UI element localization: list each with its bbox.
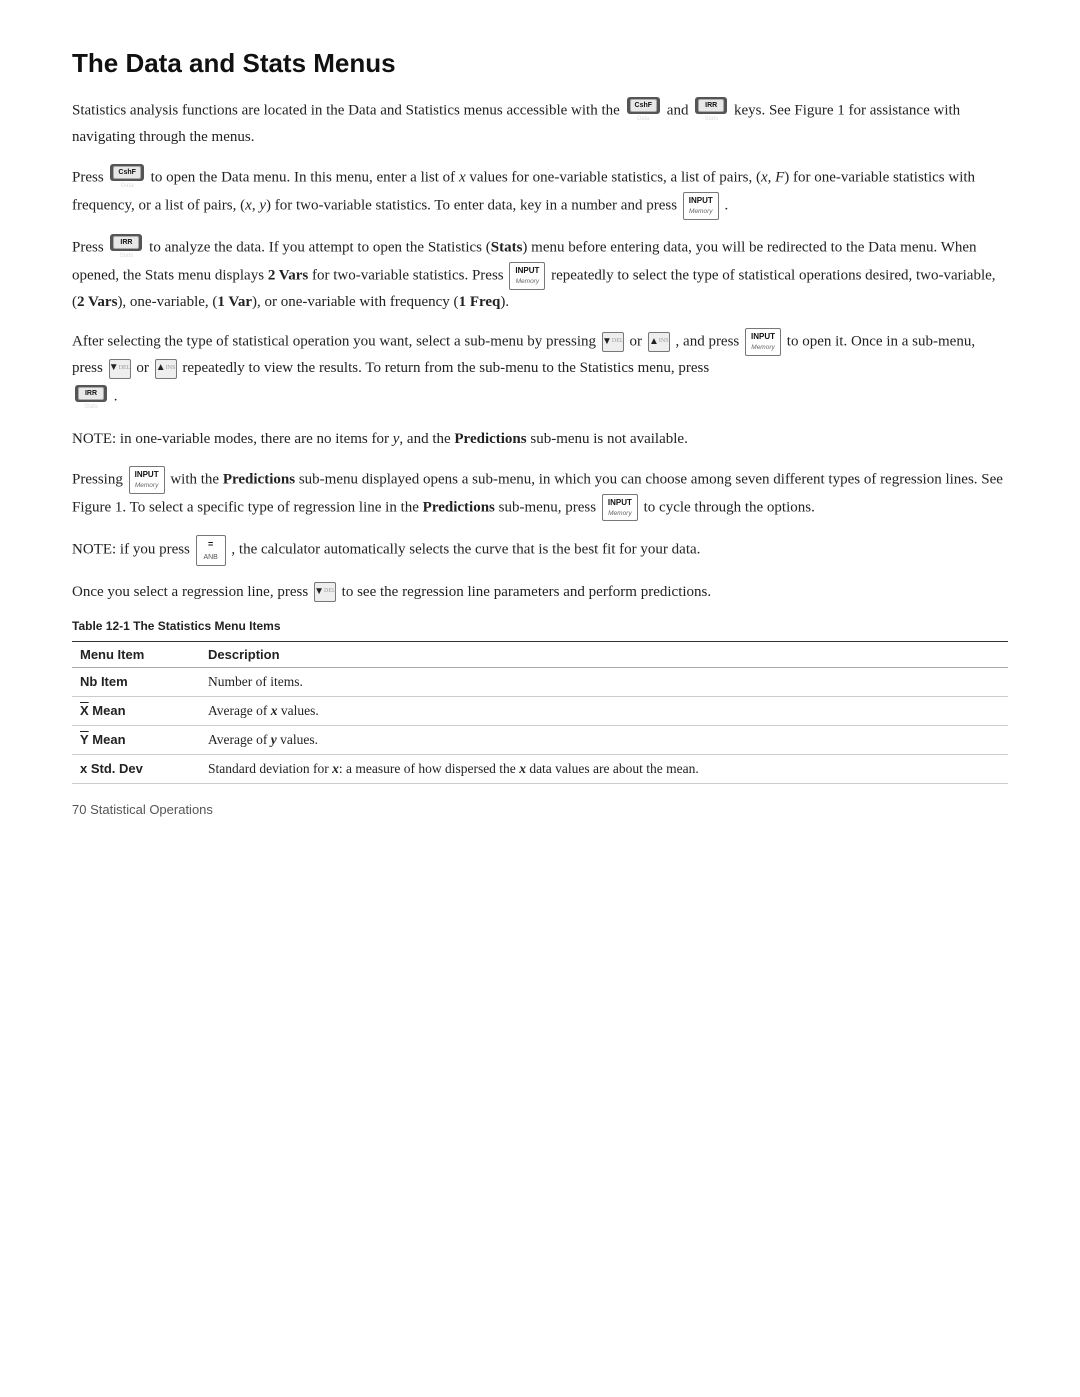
p4a: After selecting the type of statistical … [72,334,600,350]
row-3-desc: Average of y values. [200,725,1008,754]
row-4-item: x Std. Dev [72,754,200,783]
input-memory-key-3: INPUT Memory [745,328,781,356]
paragraph-4: After selecting the type of statistical … [72,328,1008,413]
p6a: Pressing [72,471,127,487]
p8a: Once you select a regression line, press [72,584,312,600]
p7b: , the calculator automatically selects t… [231,542,700,558]
p1-text: Statistics analysis functions are locate… [72,102,620,118]
paragraph-7: NOTE: if you press = ANB , the calculato… [72,535,1008,565]
table-caption: Table 12-1 The Statistics Menu Items [72,619,1008,633]
row-4-desc: Standard deviation for x: a measure of h… [200,754,1008,783]
table-row: Nb Item Number of items. [72,667,1008,696]
data-key: CshF Data [627,97,661,125]
p5-text: NOTE: in one-variable modes, there are n… [72,431,688,447]
p2a: Press [72,169,107,185]
stats-key-2: IRR Stats [110,234,142,262]
down-arrow-key-3: ▼DEL [314,582,336,602]
data-key-2: CshF Data [110,164,144,192]
paragraph-2: Press CshF Data to open the Data menu. I… [72,164,1008,220]
row-1-desc: Number of items. [200,667,1008,696]
stats-key-3: IRR Stats [75,385,107,413]
input-memory-key-2: INPUT Memory [509,262,545,290]
p4e: or [136,360,152,376]
input-memory-key-1: INPUT Memory [683,192,719,220]
up-arrow-key-2: ▲INS [155,359,177,379]
p4c: , and press [676,334,744,350]
paragraph-1: Statistics analysis functions are locate… [72,97,1008,150]
row-3-item: Y Mean [72,725,200,754]
table-row: x Std. Dev Standard deviation for x: a m… [72,754,1008,783]
paragraph-6: Pressing INPUT Memory with the Predictio… [72,466,1008,522]
p7a: NOTE: if you press [72,542,194,558]
p4b: or [630,334,646,350]
col-header-menu-item: Menu Item [72,641,200,667]
p2b: to open the Data menu. In this menu, ent… [72,169,975,213]
p6c: to cycle through the options. [644,499,815,515]
footer: 70 Statistical Operations [72,802,1008,817]
paragraph-5: NOTE: in one-variable modes, there are n… [72,427,1008,452]
anb-key: = ANB [196,535,226,565]
p2-end: . [725,197,729,213]
p3a: Press [72,239,107,255]
input-memory-key-5: INPUT Memory [602,494,638,522]
table-section: Table 12-1 The Statistics Menu Items Men… [72,619,1008,784]
row-2-desc: Average of x values. [200,696,1008,725]
down-arrow-key-1: ▼DEL [602,332,624,352]
input-memory-key-4: INPUT Memory [129,466,165,494]
table-row: Y Mean Average of y values. [72,725,1008,754]
paragraph-3: Press IRR Stats to analyze the data. If … [72,234,1008,315]
p8b: to see the regression line parameters an… [342,584,711,600]
p6b: with the Predictions sub-menu displayed … [72,471,1003,515]
stats-key-header: IRR Stats [695,97,727,125]
col-header-description: Description [200,641,1008,667]
p4-period: . [114,388,118,404]
p4f: repeatedly to view the results. To retur… [182,360,709,376]
table-row: X Mean Average of x values. [72,696,1008,725]
down-arrow-key-2: ▼DEL [109,359,131,379]
up-arrow-key-1: ▲INS [648,332,670,352]
row-2-item: X Mean [72,696,200,725]
p1b-and: and [667,102,692,118]
stats-table: Menu Item Description Nb Item Number of … [72,641,1008,784]
page-title: The Data and Stats Menus [72,48,1008,79]
row-1-item: Nb Item [72,667,200,696]
paragraph-8: Once you select a regression line, press… [72,580,1008,605]
